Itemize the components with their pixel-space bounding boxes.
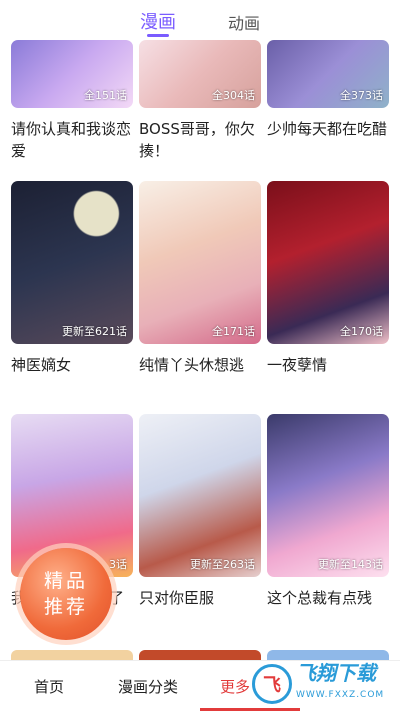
comic-card[interactable]: 更新至143话 这个总裁有点残	[267, 414, 389, 609]
nav-more[interactable]: 更多	[220, 676, 250, 697]
comic-title[interactable]: 纯情丫头休想逃	[139, 354, 261, 376]
comic-cover[interactable]: 全151话	[11, 40, 133, 108]
site-watermark: 飞 飞翔下载 WWW.FXXZ.COM	[252, 662, 396, 706]
recommend-float-button[interactable]: 精品 推荐	[20, 548, 112, 640]
comic-title[interactable]: 只对你臣服	[139, 587, 261, 609]
comic-cover[interactable]: 全170话	[267, 181, 389, 344]
episode-badge: 全171话	[212, 325, 255, 338]
recommend-line1: 精品	[43, 570, 88, 592]
comic-title[interactable]: 少帅每天都在吃醋	[267, 118, 389, 140]
recommend-line2: 推荐	[43, 596, 88, 618]
comic-cover[interactable]: 全171话	[139, 181, 261, 344]
episode-badge: 3话	[109, 558, 127, 571]
episode-badge: 更新至263话	[190, 558, 255, 571]
comic-title[interactable]: 这个总裁有点残	[267, 587, 389, 609]
episode-badge: 全151话	[84, 89, 127, 102]
watermark-text: 飞翔下载 WWW.FXXZ.COM	[296, 661, 385, 700]
comic-card[interactable]: 更新至621话 神医嫡女	[11, 181, 133, 376]
comic-title[interactable]: 神医嫡女	[11, 354, 133, 376]
comic-title[interactable]: 一夜孽情	[267, 354, 389, 376]
comic-title[interactable]: BOSS哥哥，你欠揍！	[139, 118, 261, 162]
episode-badge: 更新至143话	[318, 558, 383, 571]
episode-badge: 全373话	[340, 89, 383, 102]
tab-manhua[interactable]: 漫画	[140, 8, 176, 34]
comic-card[interactable]: 全171话 纯情丫头休想逃	[139, 181, 261, 376]
episode-badge: 更新至621话	[62, 325, 127, 338]
comic-cover[interactable]: 更新至263话	[139, 414, 261, 577]
episode-badge: 全170话	[340, 325, 383, 338]
comic-card[interactable]: 更新至263话 只对你臣服	[139, 414, 261, 609]
comic-card[interactable]: 全170话 一夜孽情	[267, 181, 389, 376]
comic-card[interactable]: 全151话 请你认真和我谈恋爱	[11, 40, 133, 162]
comic-title[interactable]: 请你认真和我谈恋爱	[11, 118, 133, 162]
watermark-logo-icon: 飞	[252, 664, 292, 704]
comic-card[interactable]: 全304话 BOSS哥哥，你欠揍！	[139, 40, 261, 162]
nav-comic-category[interactable]: 漫画分类	[118, 676, 178, 697]
comic-cover[interactable]: 更新至143话	[267, 414, 389, 577]
top-tab-bar: 漫画 动画	[0, 0, 400, 40]
comic-cover[interactable]: 更新至621话	[11, 181, 133, 344]
active-tab-indicator	[147, 34, 169, 37]
comic-card[interactable]: 全373话 少帅每天都在吃醋	[267, 40, 389, 140]
comic-cover[interactable]: 全304话	[139, 40, 261, 108]
nav-home[interactable]: 首页	[34, 676, 64, 697]
tab-donghua[interactable]: 动画	[228, 10, 260, 34]
comic-cover[interactable]: 全373话	[267, 40, 389, 108]
episode-badge: 全304话	[212, 89, 255, 102]
